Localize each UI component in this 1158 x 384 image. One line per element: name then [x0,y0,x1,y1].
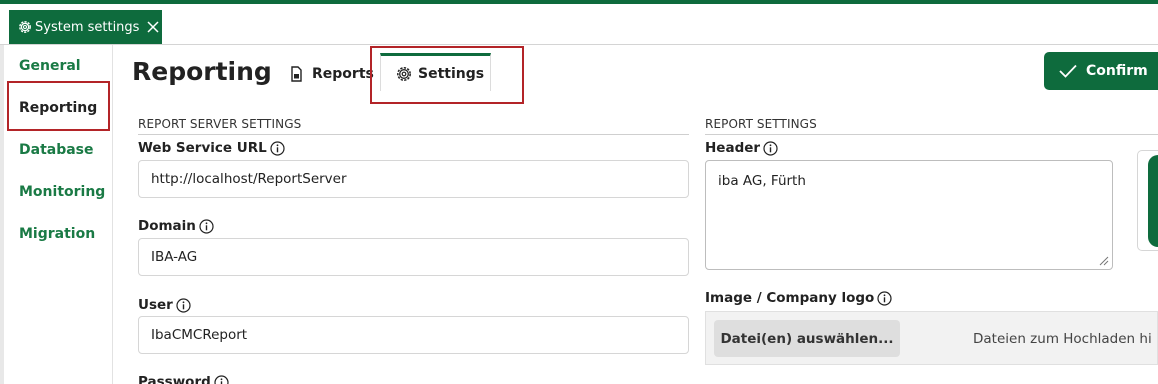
system-settings-tab[interactable]: System settings [9,10,162,44]
upload-hint: Dateien zum Hochladen hi [973,331,1152,347]
header-label-text: Header [705,140,761,156]
sidebar-item-migration[interactable]: Migration [19,226,95,242]
report-settings-section-title: REPORT SETTINGS [705,117,817,131]
report-server-section-title: REPORT SERVER SETTINGS [138,117,302,131]
tab-reports-label: Reports [312,66,374,82]
user-input[interactable]: IbaCMCReport [138,316,689,354]
header-label: Header [705,140,778,156]
info-icon[interactable] [214,374,229,384]
password-label: Password [138,374,229,384]
logo-label-text: Image / Company logo [705,290,875,306]
page-title: Reporting [132,57,272,86]
info-icon[interactable] [199,218,214,234]
logo-label: Image / Company logo [705,290,892,306]
info-icon[interactable] [176,297,191,313]
user-label: User [138,297,191,313]
highlight-settings-tab [370,46,524,104]
highlight-reporting [7,81,110,131]
info-icon[interactable] [763,140,778,156]
sidebar-item-monitoring[interactable]: Monitoring [19,184,105,200]
domain-label-text: Domain [138,218,196,234]
confirm-button[interactable]: Confirm [1044,52,1158,90]
domain-label: Domain [138,218,214,234]
header-value: iba AG, Fürth [718,173,806,189]
sidebar-item-general[interactable]: General [19,58,81,74]
header-textarea[interactable]: iba AG, Fürth [705,160,1113,270]
confirm-label: Confirm [1086,63,1148,79]
choose-files-button[interactable]: Datei(en) auswählen... [714,320,900,357]
checkmark-icon [1059,64,1077,78]
tab-reports[interactable]: Reports [289,63,374,85]
web-service-url-input[interactable]: http://localhost/ReportServer [138,160,689,198]
tab-title: System settings [35,19,140,35]
info-icon[interactable] [877,290,892,306]
web-service-url-label-text: Web Service URL [138,140,267,156]
report-document-icon [291,66,302,82]
gear-icon [19,21,31,33]
close-icon[interactable] [146,20,160,34]
sidebar-item-database[interactable]: Database [19,142,94,158]
section-divider [138,134,689,135]
password-label-text: Password [138,374,211,384]
info-icon[interactable] [270,140,285,156]
user-label-text: User [138,297,173,313]
logo-preview-panel [1137,150,1158,251]
domain-input[interactable]: IBA-AG [138,238,689,276]
logo-preview-image [1148,155,1158,247]
web-service-url-label: Web Service URL [138,140,285,156]
section-divider [705,134,1158,135]
resize-grip-icon[interactable] [1099,256,1109,266]
document-tab-bar: System settings [0,4,1158,45]
